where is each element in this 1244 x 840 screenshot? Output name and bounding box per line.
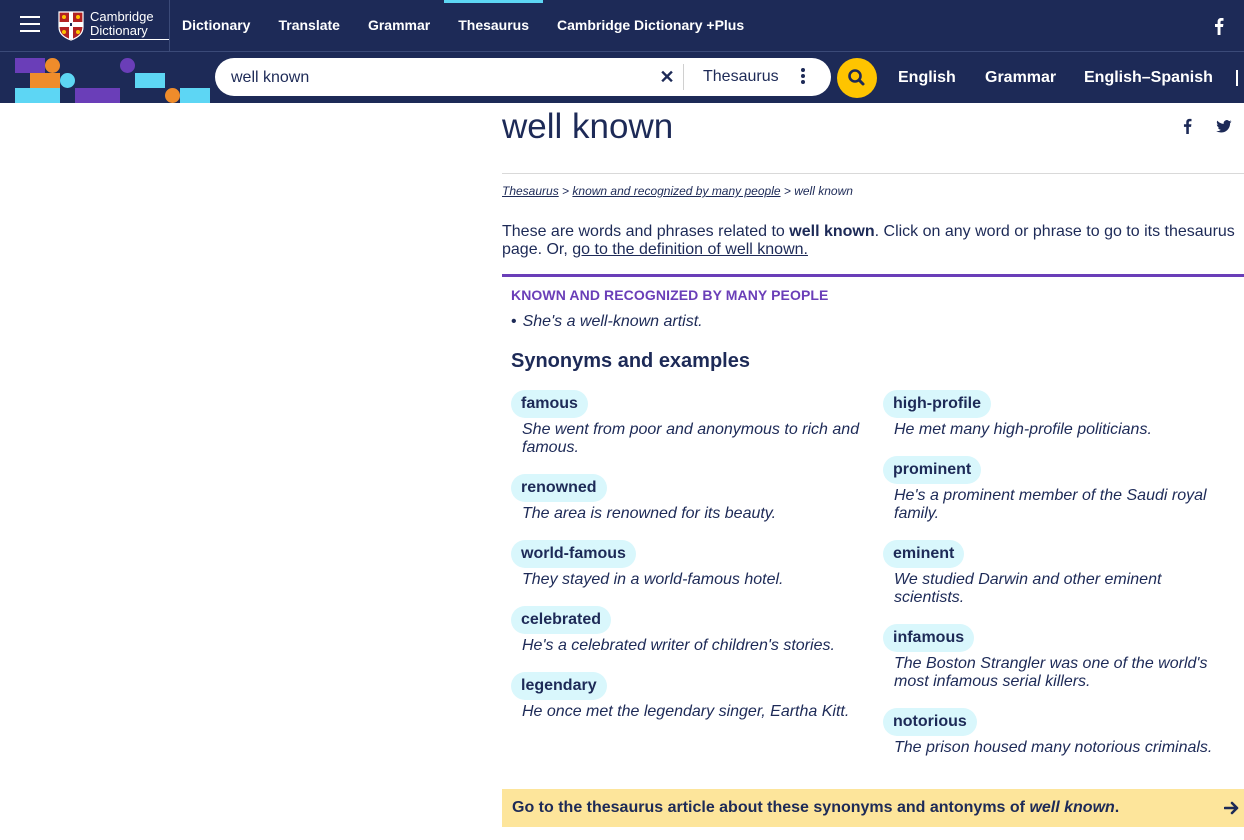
synonym-link[interactable]: notorious <box>883 708 977 736</box>
synonym-example: He's a celebrated writer of children's s… <box>522 637 835 654</box>
banner-text: Go to the thesaurus article about these … <box>512 799 1030 816</box>
clear-search-icon[interactable]: ✕ <box>658 67 676 87</box>
more-options-icon[interactable] <box>798 66 808 88</box>
breadcrumb-separator: > <box>780 184 795 198</box>
synonym-entry: world-famous They stayed in a world-famo… <box>511 540 862 589</box>
quick-link-english[interactable]: English <box>898 58 956 98</box>
synonym-example: We studied Darwin and other eminent scie… <box>894 571 1162 606</box>
nav-plus[interactable]: Cambridge Dictionary +Plus <box>543 0 758 52</box>
breadcrumb: Thesaurus > known and recognized by many… <box>502 184 853 198</box>
sense-divider <box>502 274 1244 277</box>
sense-title: KNOWN AND RECOGNIZED BY MANY PEOPLE <box>511 287 829 303</box>
synonym-example: He once met the legendary singer, Eartha… <box>522 703 850 720</box>
banner-term: well known <box>1029 799 1115 816</box>
arrow-right-icon <box>1224 801 1239 815</box>
logo-line-2: Dictionary <box>90 24 170 40</box>
synonym-entry: legendary He once met the legendary sing… <box>511 672 862 721</box>
decorative-block <box>30 73 60 88</box>
synonym-link[interactable]: eminent <box>883 540 965 568</box>
decorative-block <box>15 88 60 103</box>
synonym-link[interactable]: famous <box>511 390 588 418</box>
banner-end: . <box>1114 799 1120 816</box>
sense-example-text: She's a well-known artist. <box>522 313 703 330</box>
synonym-example: They stayed in a world-famous hotel. <box>522 571 784 588</box>
logo-line-1: Cambridge <box>90 9 154 24</box>
breadcrumb-thesaurus[interactable]: Thesaurus <box>502 184 559 198</box>
quick-link-english-spanish[interactable]: English–Spanish <box>1084 58 1213 98</box>
bullet: • <box>511 313 517 330</box>
synonym-link[interactable]: high-profile <box>883 390 991 418</box>
share-facebook-icon[interactable] <box>1183 118 1192 134</box>
top-navigation-bar: Cambridge Dictionary Dictionary Translat… <box>0 0 1244 52</box>
intro-term: well known <box>789 223 875 240</box>
decorative-block <box>135 73 165 88</box>
synonym-entry: famous She went from poor and anonymous … <box>511 390 862 457</box>
decorative-block <box>75 88 120 103</box>
main-nav: Dictionary Translate Grammar Thesaurus C… <box>168 0 758 52</box>
breadcrumb-current: well known <box>794 184 853 198</box>
synonym-example: He's a prominent member of the Saudi roy… <box>894 487 1207 522</box>
nav-grammar[interactable]: Grammar <box>354 0 444 52</box>
search-input[interactable] <box>229 66 643 90</box>
decorative-block <box>15 58 45 73</box>
search-icon <box>848 69 865 86</box>
synonym-entry: prominent He's a prominent member of the… <box>883 456 1234 523</box>
synonym-entry: celebrated He's a celebrated writer of c… <box>511 606 862 655</box>
search-button[interactable] <box>837 58 877 98</box>
logo-text: Cambridge Dictionary <box>90 10 170 40</box>
intro-text: These are words and phrases related to w… <box>502 223 1244 259</box>
synonym-link[interactable]: world-famous <box>511 540 636 568</box>
page-title: well known <box>502 107 674 146</box>
synonym-example: The prison housed many notorious crimina… <box>894 739 1213 756</box>
nav-thesaurus[interactable]: Thesaurus <box>444 0 544 52</box>
share-twitter-icon[interactable] <box>1216 120 1232 133</box>
definition-link[interactable]: go to the definition of well known. <box>572 241 808 258</box>
synonym-example: She went from poor and anonymous to rich… <box>522 421 860 456</box>
synonym-link[interactable]: celebrated <box>511 606 612 634</box>
synonym-entry: notorious The prison housed many notorio… <box>883 708 1234 757</box>
synonym-link[interactable]: prominent <box>883 456 982 484</box>
search-strip: ✕ Thesaurus English Grammar English–Span… <box>0 52 1244 103</box>
synonym-entry: renowned The area is renowned for its be… <box>511 474 862 523</box>
synonym-link[interactable]: renowned <box>511 474 607 502</box>
breadcrumb-sense[interactable]: known and recognized by many people <box>572 184 780 198</box>
synonym-entry: infamous The Boston Strangler was one of… <box>883 624 1234 691</box>
search-divider <box>683 64 684 90</box>
decorative-dot <box>45 58 60 73</box>
synonym-entry: high-profile He met many high-profile po… <box>883 390 1234 439</box>
decorative-block <box>180 88 210 103</box>
cambridge-shield-icon <box>58 11 84 41</box>
sense-example: • She's a well-known artist. <box>511 313 703 331</box>
synonym-link[interactable]: legendary <box>511 672 607 700</box>
nav-dictionary[interactable]: Dictionary <box>168 0 264 52</box>
quick-link-grammar[interactable]: Grammar <box>985 58 1056 98</box>
search-box: ✕ Thesaurus <box>215 58 831 96</box>
synonym-link[interactable]: infamous <box>883 624 975 652</box>
decorative-dot <box>165 88 180 103</box>
overflow-indicator <box>1236 70 1238 86</box>
intro-before: These are words and phrases related to <box>502 223 790 240</box>
synonym-entry: eminent We studied Darwin and other emin… <box>883 540 1234 607</box>
nav-translate[interactable]: Translate <box>264 0 353 52</box>
synonyms-heading: Synonyms and examples <box>511 350 750 372</box>
synonym-example: The Boston Strangler was one of the worl… <box>894 655 1208 690</box>
breadcrumb-separator: > <box>558 184 573 198</box>
menu-icon[interactable] <box>20 16 40 32</box>
synonym-example: He met many high-profile politicians. <box>894 421 1152 438</box>
dictionary-selector[interactable]: Thesaurus <box>703 68 779 86</box>
synonym-example: The area is renowned for its beauty. <box>522 505 777 522</box>
decorative-dot <box>120 58 135 73</box>
facebook-icon[interactable] <box>1214 17 1224 35</box>
thesaurus-article-banner[interactable]: Go to the thesaurus article about these … <box>502 789 1244 827</box>
title-divider <box>502 173 1244 174</box>
decorative-dot <box>60 73 75 88</box>
